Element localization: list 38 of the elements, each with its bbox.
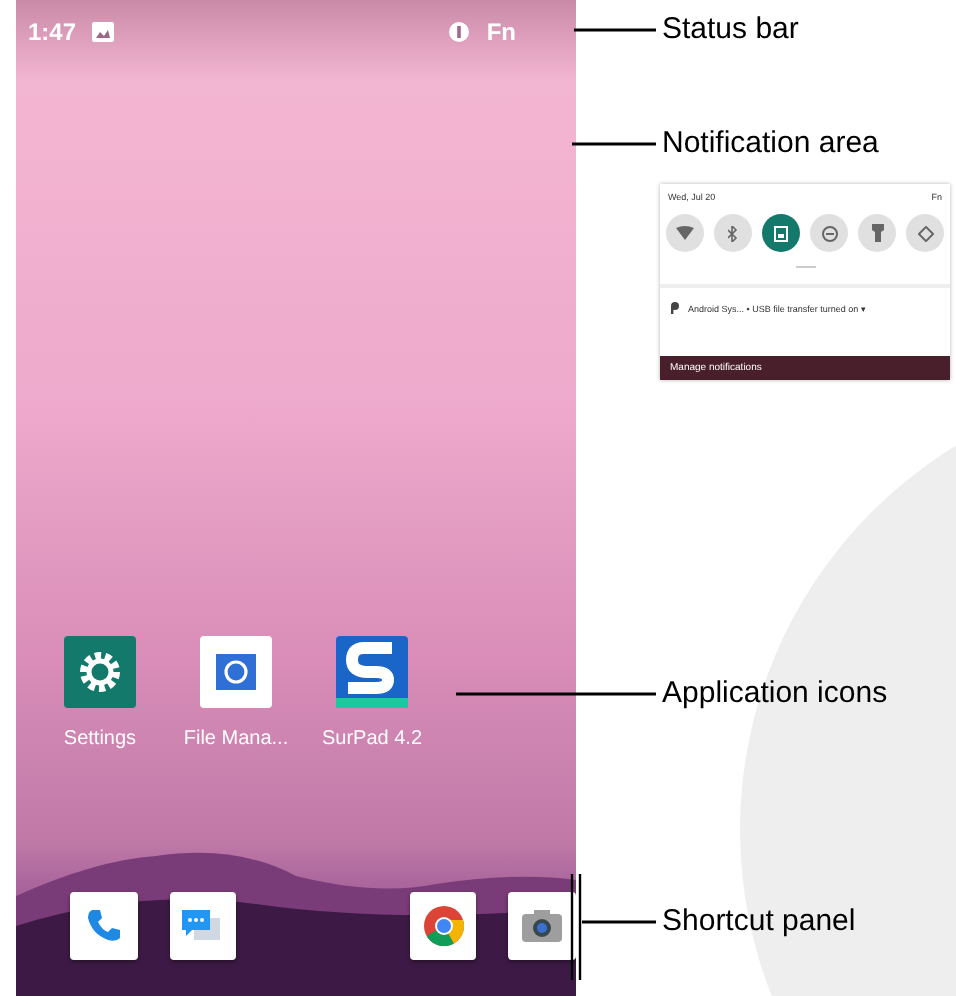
- quick-setting-toggle[interactable]: [810, 214, 848, 252]
- app-label: SurPad 4.2: [321, 728, 423, 750]
- minus-circle-icon: [821, 225, 837, 241]
- app-shortcut[interactable]: SurPad 4.2: [312, 636, 432, 750]
- quick-setting-toggle[interactable]: [858, 214, 896, 252]
- clock-time: 1:47: [28, 18, 77, 46]
- eye-icon: [448, 22, 471, 42]
- callout-label: Status bar: [662, 12, 799, 48]
- app-shortcut[interactable]: File Mana...: [176, 636, 296, 750]
- quick-setting-toggle[interactable]: [714, 214, 752, 252]
- app-shortcut[interactable]: Settings: [40, 636, 160, 750]
- app-icon: [670, 302, 680, 314]
- folder-icon: [200, 636, 272, 708]
- chat-bubble-icon[interactable]: [169, 892, 237, 960]
- callout-label: Application icons: [662, 676, 888, 712]
- status-indicator: Fn: [486, 18, 516, 46]
- leader-line: [574, 28, 656, 32]
- wifi-icon: [676, 226, 694, 240]
- gear-icon: [64, 636, 136, 708]
- app-label: Settings: [63, 728, 137, 750]
- leader-line: [572, 142, 656, 146]
- quick-setting-toggle[interactable]: [762, 214, 800, 252]
- image-notification-icon: [92, 22, 115, 42]
- bracket-line: [570, 874, 582, 980]
- browser-icon[interactable]: [409, 892, 477, 960]
- camera-icon[interactable]: [508, 892, 576, 960]
- flashlight-icon: [871, 224, 883, 242]
- callout-label: Shortcut panel: [662, 904, 856, 940]
- app-label: File Mana...: [183, 728, 289, 750]
- device-icon: [774, 225, 788, 241]
- quick-setting-toggle[interactable]: [666, 214, 704, 252]
- leader-line: [582, 920, 656, 924]
- phone-icon[interactable]: [70, 892, 138, 960]
- letter-logo-icon: [336, 636, 408, 708]
- diamond-icon: [917, 225, 933, 241]
- callout-label: Notification area: [662, 126, 879, 162]
- quick-setting-toggle[interactable]: [906, 214, 944, 252]
- bluetooth-icon: [728, 225, 738, 241]
